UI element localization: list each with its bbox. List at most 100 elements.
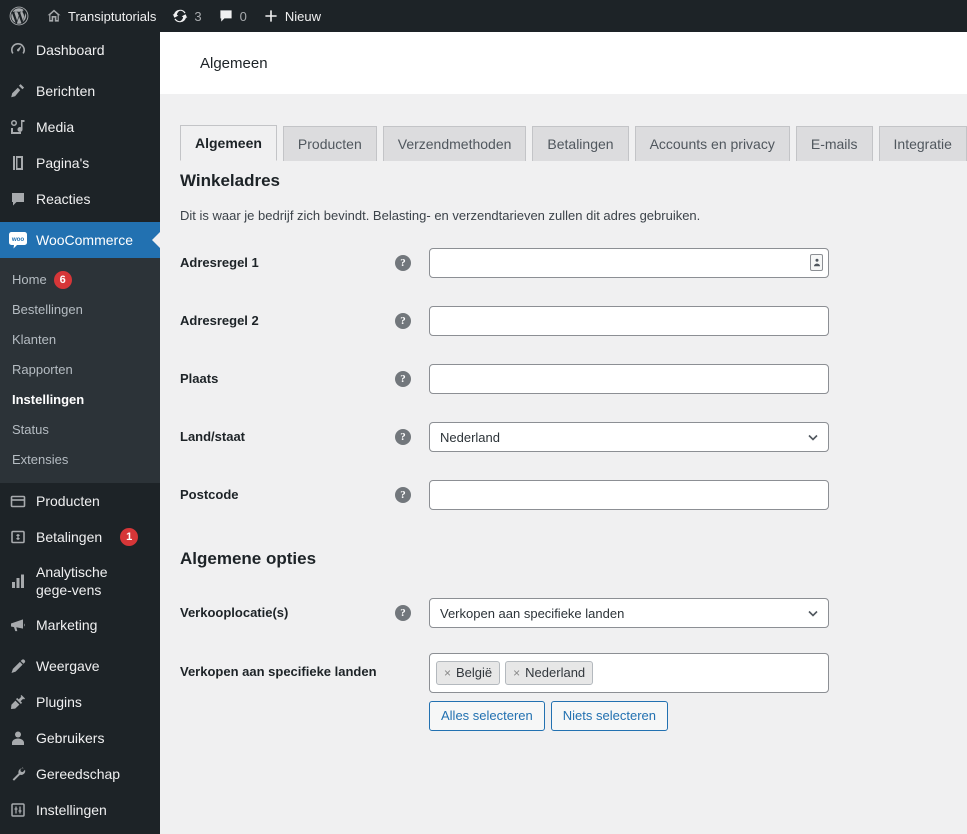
new-content-button[interactable]: Nieuw xyxy=(255,0,329,32)
page-header: Algemeen xyxy=(160,32,967,94)
tab-accounts-en-privacy[interactable]: Accounts en privacy xyxy=(634,126,790,161)
submenu-item-instellingen[interactable]: Instellingen xyxy=(0,385,160,415)
sidebar-item-paginas[interactable]: Pagina's xyxy=(0,145,160,181)
help-icon[interactable]: ? xyxy=(395,313,411,329)
sidebar-item-woocommerce[interactable]: woo WooCommerce xyxy=(0,222,160,258)
verkooplocaties-select[interactable]: Verkopen aan specifieke landen xyxy=(429,598,829,628)
sidebar-item-label: Plugins xyxy=(36,694,82,710)
tab-label: Algemeen xyxy=(195,135,262,151)
sidebar-item-label: Berichten xyxy=(36,83,96,99)
specifieke-landen-token-input[interactable]: × België × Nederland xyxy=(429,653,829,693)
submenu-item-home[interactable]: Home 6 xyxy=(0,265,160,295)
sidebar-item-instellingen[interactable]: Instellingen xyxy=(0,792,160,828)
submenu-home-badge: 6 xyxy=(53,271,72,289)
sidebar-item-berichten[interactable]: Berichten xyxy=(0,73,160,109)
row-verkooplocaties: Verkooplocatie(s) ? Verkopen aan specifi… xyxy=(180,593,947,633)
submenu-item-label: Extensies xyxy=(12,452,69,467)
adresregel-2-input[interactable] xyxy=(429,306,829,336)
plaats-input[interactable] xyxy=(429,364,829,394)
verkooplocaties-value: Verkopen aan specifieke landen xyxy=(440,605,625,621)
row-adresregel-1: Adresregel 1 ? xyxy=(180,243,947,283)
submenu-item-klanten[interactable]: Klanten xyxy=(0,325,160,355)
comments-count: 0 xyxy=(239,8,247,24)
tab-producten[interactable]: Producten xyxy=(282,126,377,161)
remove-token-icon[interactable]: × xyxy=(513,665,520,681)
wordpress-logo-button[interactable] xyxy=(0,0,38,32)
land-staat-select[interactable]: Nederland xyxy=(429,422,829,452)
submenu-item-rapporten[interactable]: Rapporten xyxy=(0,355,160,385)
contact-card-icon[interactable] xyxy=(810,254,823,271)
field-wrapper xyxy=(429,364,947,394)
postcode-input[interactable] xyxy=(429,480,829,510)
row-label: Postcode xyxy=(180,487,239,502)
tab-algemeen[interactable]: Algemeen xyxy=(180,125,277,161)
analytics-bars-icon xyxy=(0,571,36,591)
row-label: Verkooplocatie(s) xyxy=(180,605,289,620)
chevron-down-icon xyxy=(806,430,820,444)
updates-button[interactable]: 3 xyxy=(164,0,209,32)
field-wrapper: Verkopen aan specifieke landen xyxy=(429,598,947,628)
row-label: Land/staat xyxy=(180,429,246,444)
country-token-label: Nederland xyxy=(525,665,586,680)
tab-strip: Algemeen Producten Verzendmethoden Betal… xyxy=(180,124,967,161)
country-token[interactable]: × België xyxy=(436,661,501,685)
token-action-buttons: Alles selecteren Niets selecteren xyxy=(429,701,947,731)
field-wrapper xyxy=(429,306,947,336)
sidebar-item-marketing[interactable]: Marketing xyxy=(0,607,160,643)
home-icon xyxy=(46,8,62,24)
help-icon[interactable]: ? xyxy=(395,429,411,445)
sidebar-item-gebruikers[interactable]: Gebruikers xyxy=(0,720,160,756)
adresregel-1-input[interactable] xyxy=(429,248,829,278)
tab-verzendmethoden[interactable]: Verzendmethoden xyxy=(382,126,527,161)
sidebar-item-label: Reacties xyxy=(36,191,91,207)
sidebar-item-betalingen[interactable]: Betalingen 1 xyxy=(0,519,160,555)
sidebar-item-analytische-gegevens[interactable]: Analytische gege-vens xyxy=(0,555,160,607)
remove-token-icon[interactable]: × xyxy=(444,665,451,681)
select-none-button[interactable]: Niets selecteren xyxy=(550,701,668,731)
sidebar-item-weergave[interactable]: Weergave xyxy=(0,648,160,684)
tab-label: Integratie xyxy=(893,136,952,152)
sidebar-item-reacties[interactable]: Reacties xyxy=(0,181,160,217)
submenu-item-label: Status xyxy=(12,422,49,437)
help-icon[interactable]: ? xyxy=(395,371,411,387)
submenu-item-extensies[interactable]: Extensies xyxy=(0,445,160,475)
submenu-item-label: Klanten xyxy=(12,332,57,347)
row-specifieke-landen: Verkopen aan specifieke landen ? × Belgi… xyxy=(180,653,947,731)
tab-emails[interactable]: E-mails xyxy=(795,126,873,161)
chevron-down-icon xyxy=(806,606,820,620)
dashboard-icon xyxy=(0,40,36,60)
row-label: Adresregel 1 xyxy=(180,255,259,270)
page-title: Algemeen xyxy=(200,54,268,72)
sidebar-item-producten[interactable]: Producten xyxy=(0,483,160,519)
comments-button[interactable]: 0 xyxy=(210,0,255,32)
tab-label: Betalingen xyxy=(547,136,614,152)
select-all-button[interactable]: Alles selecteren xyxy=(429,701,545,731)
comment-bubble-icon xyxy=(218,8,234,24)
field-wrapper: × België × Nederland Alles selecteren Ni… xyxy=(429,653,947,731)
row-label: Adresregel 2 xyxy=(180,313,259,328)
site-name-menu[interactable]: Transiptutorials xyxy=(38,0,164,32)
submenu-item-label: Instellingen xyxy=(12,392,85,407)
settings-tabs: Algemeen Producten Verzendmethoden Betal… xyxy=(160,94,967,161)
field-wrapper: Nederland xyxy=(429,422,947,452)
admin-bar: Transiptutorials 3 0 Nieuw xyxy=(0,0,967,32)
sidebar-item-plugins[interactable]: Plugins xyxy=(0,684,160,720)
woocommerce-submenu: Home 6 Bestellingen Klanten Rapporten In… xyxy=(0,258,160,483)
plus-icon xyxy=(263,8,279,24)
help-icon[interactable]: ? xyxy=(395,605,411,621)
help-icon[interactable]: ? xyxy=(395,255,411,271)
wordpress-logo-icon xyxy=(9,6,29,26)
sidebar-item-media[interactable]: Media xyxy=(0,109,160,145)
country-token[interactable]: × Nederland xyxy=(505,661,594,685)
row-adresregel-2: Adresregel 2 ? xyxy=(180,301,947,341)
sidebar-item-gereedschap[interactable]: Gereedschap xyxy=(0,756,160,792)
submenu-item-bestellingen[interactable]: Bestellingen xyxy=(0,295,160,325)
submenu-item-status[interactable]: Status xyxy=(0,415,160,445)
tab-integratie[interactable]: Integratie xyxy=(878,126,967,161)
tab-label: Accounts en privacy xyxy=(649,136,775,152)
appearance-brush-icon xyxy=(0,656,36,676)
help-icon[interactable]: ? xyxy=(395,487,411,503)
tab-label: Producten xyxy=(297,136,362,152)
tab-betalingen[interactable]: Betalingen xyxy=(532,126,629,161)
sidebar-item-dashboard[interactable]: Dashboard xyxy=(0,32,160,68)
